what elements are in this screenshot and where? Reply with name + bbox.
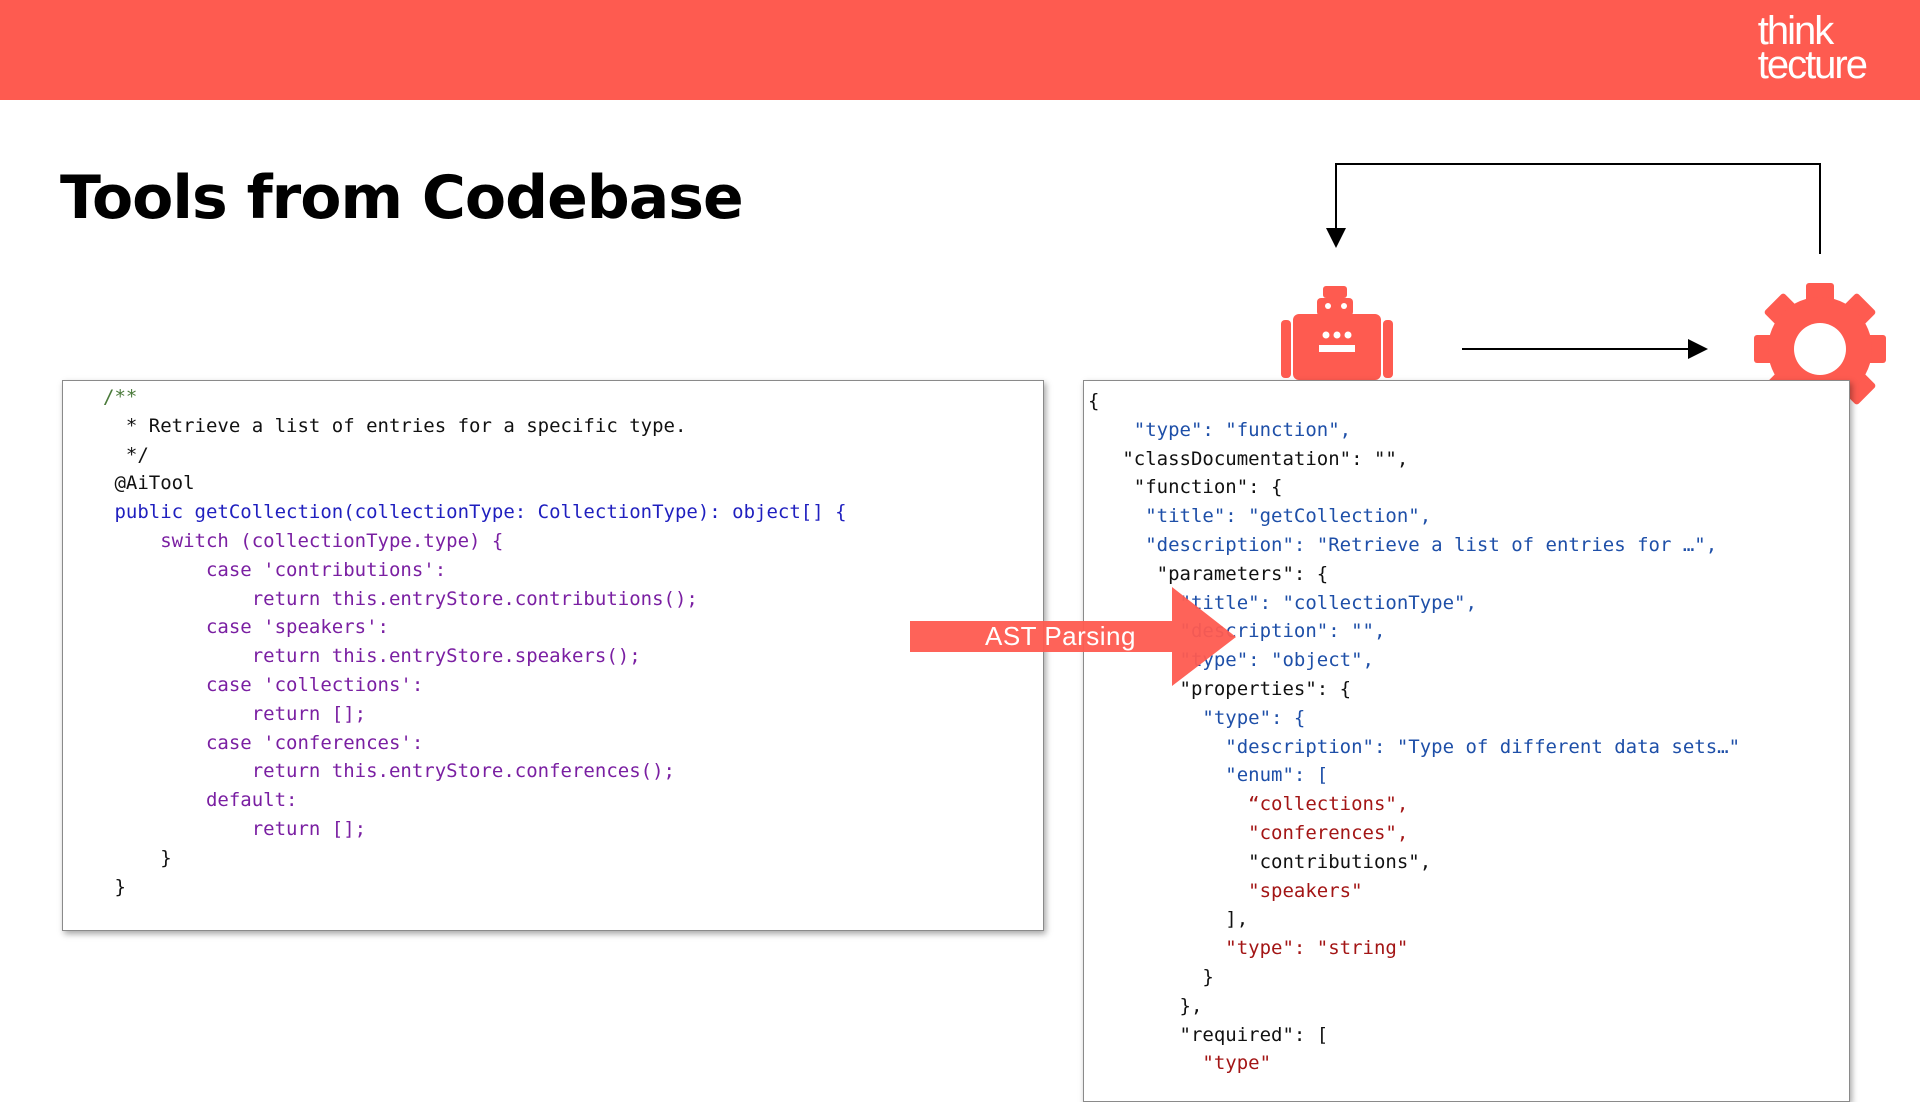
ast-parsing-arrow — [910, 587, 1236, 686]
ast-parsing-label: AST Parsing — [985, 621, 1136, 651]
